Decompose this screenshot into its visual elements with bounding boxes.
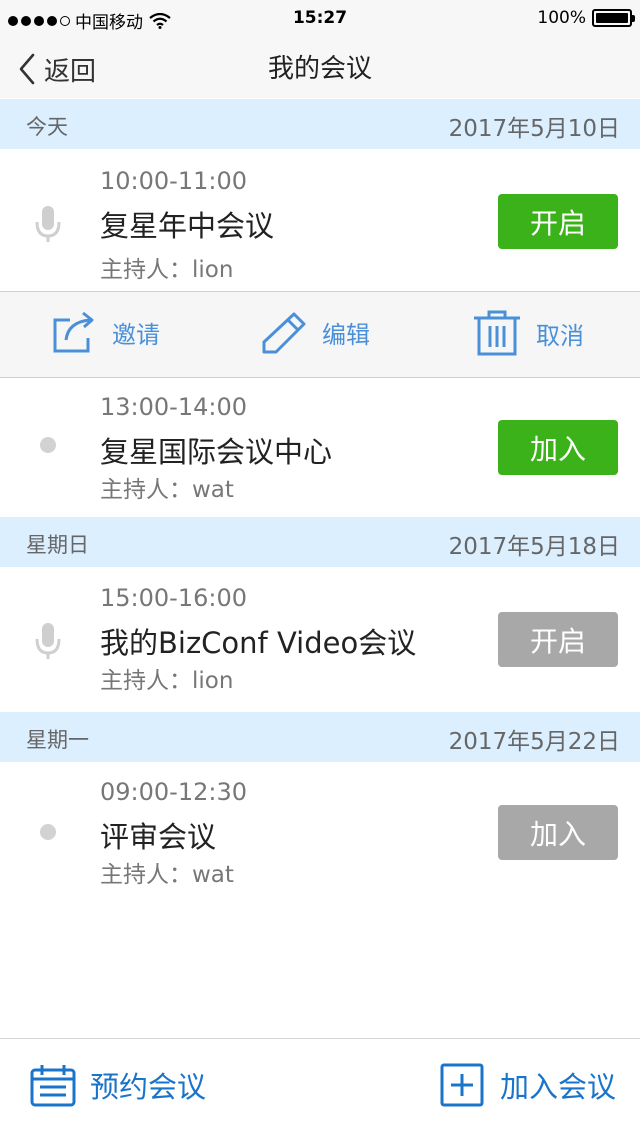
join-meeting-button[interactable]: 加入 bbox=[498, 805, 618, 860]
pencil-icon bbox=[262, 312, 306, 354]
meeting-row[interactable]: 15:00-16:00 我的BizConf Video会议 主持人：lion 开… bbox=[0, 567, 640, 712]
calendar-icon bbox=[30, 1065, 76, 1107]
status-bar: 中国移动 15:27 100% bbox=[0, 0, 640, 40]
bottom-toolbar: 预约会议 加入会议 bbox=[0, 1038, 640, 1136]
cancel-meeting-button[interactable]: 取消 bbox=[472, 310, 584, 356]
cancel-label: 取消 bbox=[536, 321, 584, 350]
schedule-label: 预约会议 bbox=[90, 1070, 207, 1104]
meeting-name: 复星国际会议中心 bbox=[100, 435, 333, 469]
section-day: 今天 bbox=[26, 115, 68, 139]
invite-button[interactable]: 邀请 bbox=[52, 310, 160, 354]
battery-icon bbox=[592, 9, 635, 27]
start-meeting-button[interactable]: 开启 bbox=[498, 612, 618, 667]
plus-square-icon bbox=[440, 1063, 484, 1107]
status-right: 100% bbox=[537, 8, 635, 28]
bullet-dot bbox=[40, 824, 56, 840]
trash-icon bbox=[474, 310, 520, 356]
section-header-sunday: 星期日 2017年5月18日 bbox=[0, 517, 640, 567]
join-meeting-bottom-button[interactable]: 加入会议 bbox=[440, 1063, 616, 1107]
meeting-row[interactable]: 10:00-11:00 复星年中会议 主持人：lion 开启 bbox=[0, 149, 640, 291]
meeting-host: 主持人：wat bbox=[100, 477, 234, 503]
nav-bar: 返回 我的会议 bbox=[0, 40, 640, 98]
meeting-name: 评审会议 bbox=[100, 820, 217, 854]
bullet-dot bbox=[40, 437, 56, 453]
invite-label: 邀请 bbox=[112, 320, 160, 349]
join-label: 加入会议 bbox=[500, 1070, 617, 1104]
meeting-name: 复星年中会议 bbox=[100, 209, 275, 243]
meeting-time: 09:00-12:30 bbox=[100, 778, 247, 806]
meeting-host: 主持人：lion bbox=[100, 668, 234, 694]
section-header-today: 今天 2017年5月10日 bbox=[0, 99, 640, 149]
start-meeting-button[interactable]: 开启 bbox=[498, 194, 618, 249]
section-day: 星期日 bbox=[26, 533, 89, 557]
meeting-action-strip: 邀请 编辑 取消 bbox=[0, 291, 640, 378]
section-date: 2017年5月10日 bbox=[448, 116, 620, 142]
edit-label: 编辑 bbox=[322, 320, 370, 349]
section-day: 星期一 bbox=[26, 728, 89, 752]
microphone-icon bbox=[35, 206, 61, 242]
edit-button[interactable]: 编辑 bbox=[262, 310, 370, 354]
screen: 中国移动 15:27 100% 返回 我的会议 今天 2017年5月10日 10… bbox=[0, 0, 640, 1136]
meeting-time: 10:00-11:00 bbox=[100, 167, 247, 195]
battery-percent: 100% bbox=[537, 8, 586, 28]
share-icon bbox=[53, 311, 94, 353]
meeting-row[interactable]: 09:00-12:30 评审会议 主持人：wat 加入 bbox=[0, 762, 640, 902]
meeting-row[interactable]: 13:00-14:00 复星国际会议中心 主持人：wat 加入 bbox=[0, 379, 640, 517]
meeting-name: 我的BizConf Video会议 bbox=[100, 626, 417, 660]
meeting-host: 主持人：wat bbox=[100, 862, 234, 888]
meeting-time: 15:00-16:00 bbox=[100, 584, 247, 612]
section-date: 2017年5月18日 bbox=[448, 534, 620, 560]
schedule-meeting-button[interactable]: 预约会议 bbox=[30, 1063, 206, 1107]
join-meeting-button[interactable]: 加入 bbox=[498, 420, 618, 475]
section-date: 2017年5月22日 bbox=[448, 729, 620, 755]
page-title: 我的会议 bbox=[267, 54, 372, 84]
meeting-time: 13:00-14:00 bbox=[100, 393, 247, 421]
microphone-icon bbox=[35, 623, 61, 659]
section-header-monday: 星期一 2017年5月22日 bbox=[0, 712, 640, 762]
meeting-host: 主持人：lion bbox=[100, 257, 234, 283]
